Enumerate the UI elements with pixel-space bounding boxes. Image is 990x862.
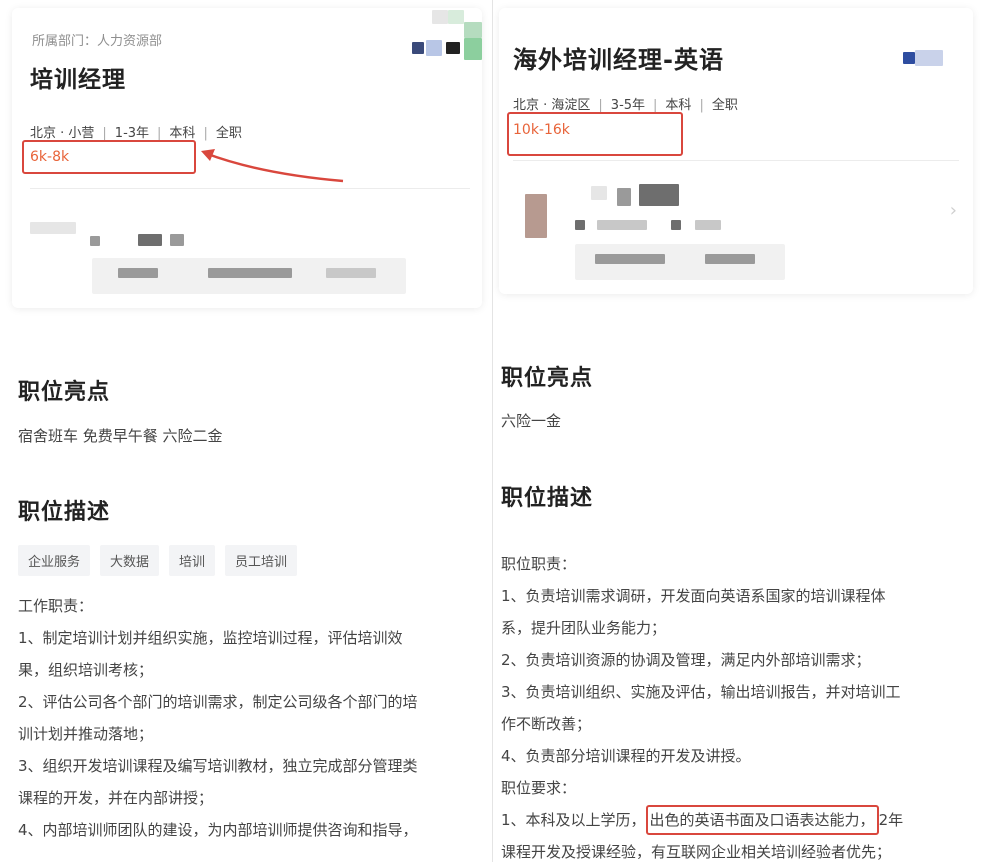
education: 本科 — [665, 98, 692, 113]
job-meta: 北京 · 小营 | 1-3年 | 本科 | 全职 — [30, 126, 242, 141]
duty-line: 训计划并推动落地； — [18, 725, 154, 743]
chevron-right-icon[interactable]: › — [950, 200, 957, 221]
blurred-recruiter — [591, 186, 607, 200]
blurred-logo — [464, 38, 482, 60]
experience: 3-5年 — [610, 98, 646, 113]
blurred-recruiter — [597, 220, 647, 230]
blurred-recruiter — [170, 234, 184, 246]
blurred-tag — [208, 268, 292, 278]
blurred-tag — [118, 268, 158, 278]
left-job-card[interactable]: 所属部门：人力资源部 培训经理 北京 · 小营 | 1-3年 | 本科 | 全职 6k-8k — [12, 8, 482, 308]
annotation-arrow-icon — [201, 149, 344, 183]
requirement-line: 课程开发及授课经验，有互联网企业相关培训经验者优先； — [501, 843, 892, 861]
right-job-card[interactable]: 海外培训经理-英语 北京 · 海淀区 | 3-5年 | 本科 | 全职 10k-16k › — [499, 8, 973, 294]
duty-line: 3、组织开发培训课程及编写培训教材，独立完成部分管理类 — [18, 757, 418, 775]
job-type: 全职 — [711, 98, 738, 113]
blurred-recruiter — [138, 234, 162, 246]
blurred-recruiter — [575, 220, 585, 230]
duties-heading: 职位职责： — [501, 555, 577, 573]
education: 本科 — [169, 126, 196, 141]
highlights-heading: 职位亮点 — [18, 380, 111, 405]
duty-line: 作不断改善； — [501, 715, 592, 733]
blurred-logo — [426, 40, 442, 56]
highlights-text: 六险一金 — [501, 412, 562, 430]
description-heading: 职位描述 — [501, 486, 594, 511]
description-heading: 职位描述 — [18, 500, 111, 525]
blurred-logo — [448, 10, 464, 24]
left-job-panel: 所属部门：人力资源部 培训经理 北京 · 小营 | 1-3年 | 本科 | 全职 6k-8k — [0, 0, 492, 862]
duty-line: 课程的开发，并在内部讲授； — [18, 789, 214, 807]
job-tags: 企业服务 大数据 培训 员工培训 — [18, 545, 298, 576]
blurred-logo — [432, 10, 448, 24]
duty-line: 1、负责培训需求调研，开发面向英语系国家的培训课程体 — [501, 587, 886, 605]
location: 北京 · 海淀区 — [513, 98, 591, 113]
duty-line: 系，提升团队业务能力； — [501, 619, 667, 637]
blurred-logo — [915, 50, 943, 66]
job-tag[interactable]: 员工培训 — [225, 545, 298, 576]
location: 北京 · 小营 — [30, 126, 95, 141]
highlights-heading: 职位亮点 — [501, 366, 594, 391]
card-divider — [513, 160, 959, 161]
duties-heading: 工作职责： — [18, 597, 94, 615]
blurred-recruiter — [639, 184, 679, 206]
blurred-logo — [464, 22, 482, 38]
blurred-recruiter — [90, 236, 100, 246]
highlights-text: 宿舍班车 免费早午餐 六险二金 — [18, 427, 223, 445]
job-title: 海外培训经理-英语 — [513, 46, 724, 74]
blurred-tag — [595, 254, 665, 264]
blurred-avatar — [525, 194, 547, 238]
blurred-logo — [903, 52, 915, 64]
duty-line: 4、内部培训师团队的建设，为内部培训师提供咨询和指导， — [18, 821, 418, 839]
salary-annotation-box — [507, 112, 683, 156]
duty-line: 4、负责部分培训课程的开发及讲授。 — [501, 747, 751, 765]
duty-line: 2、评估公司各个部门的培训需求，制定公司级各个部门的培 — [18, 693, 418, 711]
job-tag[interactable]: 培训 — [169, 545, 216, 576]
duties-text: 工作职责： 1、制定培训计划并组织实施，监控培训过程，评估培训效 果，组织培训考… — [18, 590, 418, 846]
salary-annotation-box — [22, 140, 196, 174]
requirement-line: 1、本科及以上学历， 出色的英语书面及口语表达能力， 2年 — [501, 804, 903, 836]
blurred-recruiter — [30, 222, 76, 234]
experience: 1-3年 — [114, 126, 150, 141]
job-meta: 北京 · 海淀区 | 3-5年 | 本科 | 全职 — [513, 98, 738, 113]
requirement-text: 2年 — [878, 811, 904, 829]
job-type: 全职 — [215, 126, 242, 141]
blurred-tag — [705, 254, 755, 264]
job-tag[interactable]: 企业服务 — [18, 545, 91, 576]
blurred-recruiter — [695, 220, 721, 230]
duties-text: 职位职责： 1、负责培训需求调研，开发面向英语系国家的培训课程体 系，提升团队业… — [501, 548, 903, 862]
job-title: 培训经理 — [30, 67, 126, 93]
right-job-panel: 海外培训经理-英语 北京 · 海淀区 | 3-5年 | 本科 | 全职 10k-16k › … — [492, 0, 990, 862]
blurred-tag — [326, 268, 376, 278]
duty-line: 果，组织培训考核； — [18, 661, 154, 679]
highlighted-requirement: 出色的英语书面及口语表达能力， — [645, 805, 879, 835]
blurred-recruiter — [617, 188, 631, 206]
blurred-recruiter — [671, 220, 681, 230]
duty-line: 3、负责培训组织、实施及评估，输出培训报告，并对培训工 — [501, 683, 901, 701]
duty-line: 2、负责培训资源的协调及管理，满足内外部培训需求； — [501, 651, 871, 669]
blurred-logo — [446, 42, 460, 54]
duty-line: 1、制定培训计划并组织实施，监控培训过程，评估培训效 — [18, 629, 403, 647]
requirement-text: 1、本科及以上学历， — [501, 811, 646, 829]
card-divider — [30, 188, 470, 189]
department-label: 所属部门：人力资源部 — [32, 34, 163, 49]
requirements-heading: 职位要求： — [501, 779, 577, 797]
blurred-logo — [412, 42, 424, 54]
job-tag[interactable]: 大数据 — [100, 545, 160, 576]
